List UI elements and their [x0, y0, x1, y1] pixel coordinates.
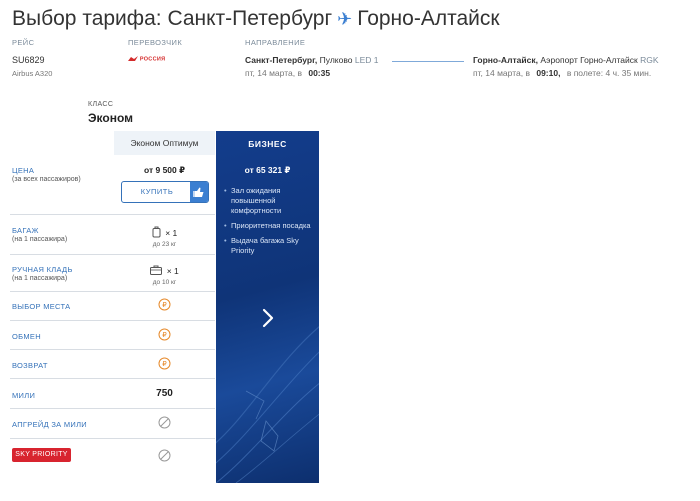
briefcase-icon — [150, 261, 163, 278]
carrier-column-label: Перевозчик — [128, 38, 183, 47]
flight-number: SU6829 — [12, 55, 45, 65]
departure-place: Санкт-Петербург, Пулково LED 1 — [245, 55, 378, 65]
page-title: Выбор тарифа: Санкт-Петербург ✈ Горно-Алта… — [12, 7, 500, 31]
arrival-place: Горно-Алтайск, Аэропорт Горно-Алтайск RG… — [473, 55, 659, 65]
title-prefix: Выбор тарифа: — [12, 7, 162, 30]
carrier-logo-icon — [128, 56, 138, 61]
thumbs-up-icon — [190, 182, 208, 202]
price-sublabel: (за всех пассажиров) — [12, 176, 81, 183]
business-feature: Приоритетная посадка — [224, 221, 314, 231]
arrival-city: Горно-Алтайск, — [473, 55, 538, 65]
baggage-weight: до 23 кг — [152, 241, 177, 248]
baggage-row: Багаж (на 1 пассажира) × 1 до 23 кг — [10, 214, 215, 254]
arrival-time: пт, 14 марта, в 09:10, в полете: 4 ч. 35… — [473, 68, 651, 78]
miles-label: Мили — [12, 391, 36, 400]
chevron-right-icon[interactable] — [260, 307, 276, 329]
business-tariff-panel[interactable]: Бизнес от 65 321 ₽ Зал ожидания повышенн… — [216, 131, 319, 483]
svg-text:₽: ₽ — [162, 301, 167, 309]
hand-luggage-count: × 1 — [166, 266, 179, 276]
departure-time: пт, 14 марта, в 00:35 — [245, 68, 330, 78]
ruble-coin-icon: ₽ — [114, 357, 215, 375]
carrier-logo-text: РОССИЯ — [139, 56, 166, 63]
economy-miles: 750 — [156, 388, 173, 399]
title-origin: Санкт-Петербург — [167, 7, 333, 30]
baggage-sublabel: (на 1 пассажира) — [12, 236, 68, 243]
direction-column-label: Направление — [245, 38, 306, 47]
arrival-airport: Аэропорт Горно-Алтайск — [540, 55, 638, 65]
baggage-count: × 1 — [165, 228, 178, 238]
refund-label: Возврат — [12, 361, 48, 370]
hand-luggage-weight: до 10 кг — [152, 279, 177, 286]
economy-hand-luggage: × 1 до 10 кг — [114, 261, 215, 286]
flight-duration: в полете: 4 ч. 35 мин. — [566, 68, 652, 78]
departure-date: пт, 14 марта, в — [245, 68, 302, 78]
hand-luggage-label: Ручная кладь — [12, 265, 73, 274]
sky-priority-badge: SKY PRIORITY — [12, 448, 71, 462]
departure-airport: Пулково — [319, 55, 353, 65]
seat-label: Выбор места — [12, 302, 71, 311]
business-title: Бизнес — [248, 139, 287, 149]
seat-row: Выбор места ₽ — [10, 291, 215, 320]
departure-hour: 00:35 — [308, 68, 331, 78]
exchange-label: Обмен — [12, 332, 41, 341]
buy-button[interactable]: Купить — [121, 181, 209, 203]
ruble-coin-icon: ₽ — [114, 298, 215, 316]
upgrade-label: Апгрейд за мили — [12, 420, 87, 429]
price-label: Цена — [12, 166, 35, 175]
baggage-label: Багаж — [12, 226, 39, 235]
svg-text:₽: ₽ — [162, 360, 167, 368]
route-line — [392, 61, 464, 62]
economy-baggage: × 1 до 23 кг — [114, 223, 215, 248]
arrival-hour: 09:10, — [536, 68, 561, 78]
not-available-icon — [114, 449, 215, 467]
title-destination: Горно-Алтайск — [357, 7, 500, 30]
flight-column-label: Рейс — [12, 38, 35, 47]
arrival-date: пт, 14 марта, в — [473, 68, 530, 78]
aircraft-type: Airbus A320 — [12, 69, 53, 78]
hand-luggage-sublabel: (на 1 пассажира) — [12, 275, 68, 282]
arrival-code: RGK — [640, 55, 659, 65]
miles-row: Мили 750 — [10, 378, 215, 408]
class-label: Класс — [88, 101, 114, 108]
departure-city: Санкт-Петербург, — [245, 55, 318, 65]
suitcase-icon — [152, 223, 161, 240]
refund-row: Возврат ₽ — [10, 349, 215, 378]
ruble-coin-icon: ₽ — [114, 328, 215, 346]
exchange-row: Обмен ₽ — [10, 320, 215, 349]
class-value: Эконом — [88, 111, 134, 125]
business-feature: Выдача багажа Sky Priority — [224, 236, 314, 256]
svg-text:₽: ₽ — [162, 331, 167, 339]
hand-luggage-row: Ручная кладь (на 1 пассажира) × 1 до 10 … — [10, 254, 215, 291]
carrier-logo: РОССИЯ — [128, 56, 165, 62]
business-feature: Зал ожидания повышенной комфортности — [224, 186, 314, 216]
not-available-icon — [114, 416, 215, 434]
business-price: от 65 321 ₽ — [244, 165, 291, 175]
economy-price: от 9 500 ₽ — [143, 165, 186, 175]
upgrade-row: Апгрейд за мили — [10, 408, 215, 438]
tab-economy-optimum[interactable]: Эконом Оптимум — [114, 131, 215, 155]
departure-code: LED 1 — [354, 55, 379, 65]
airplane-icon: ✈ — [337, 9, 353, 29]
buy-button-label: Купить — [140, 187, 174, 196]
business-features: Зал ожидания повышенной комфортности При… — [224, 186, 314, 261]
